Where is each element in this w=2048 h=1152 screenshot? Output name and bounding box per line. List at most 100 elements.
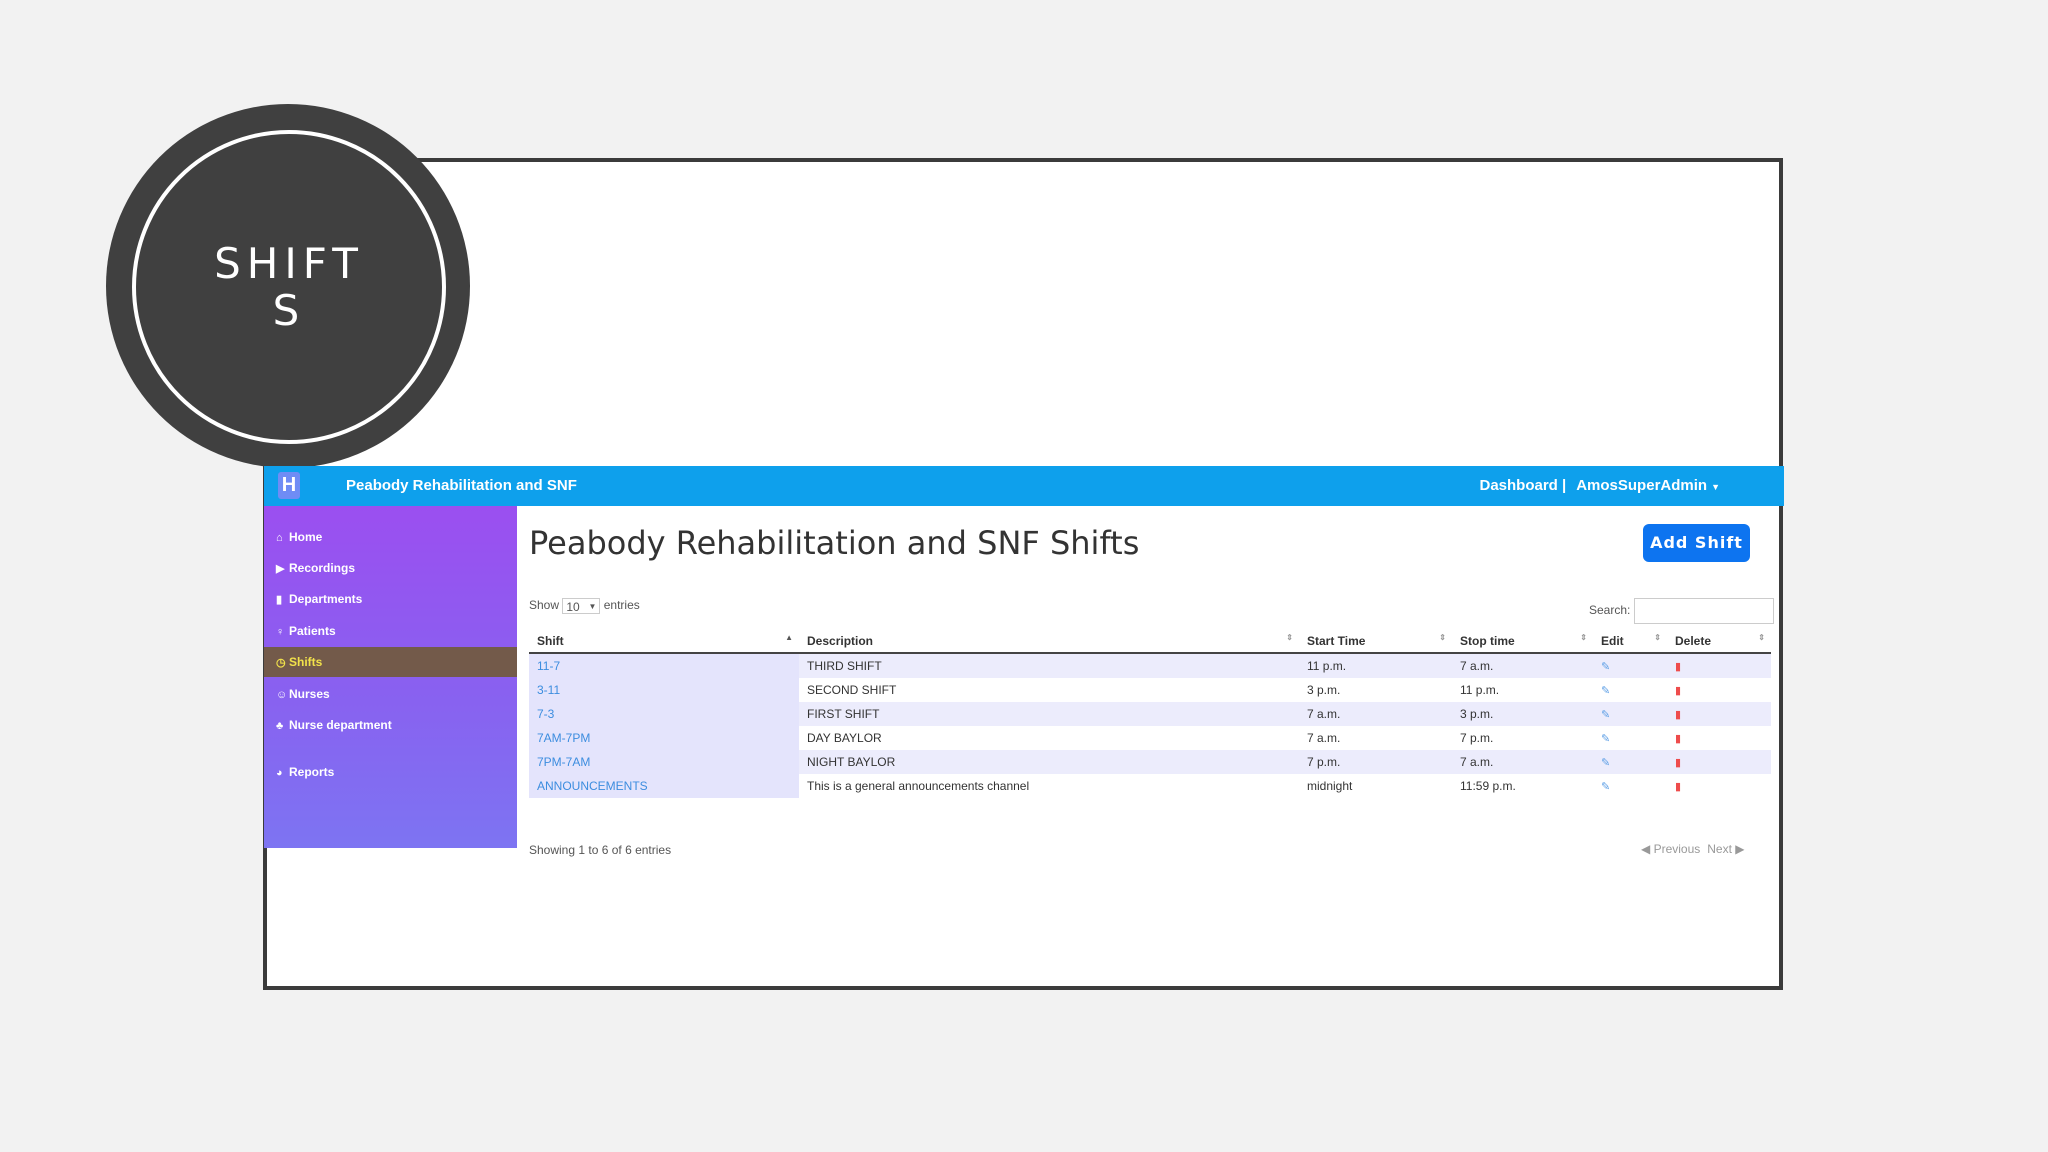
sidebar-item-label: Departments xyxy=(289,592,363,606)
column-header-label: Description xyxy=(807,634,874,648)
shift-cell: 7AM-7PM xyxy=(529,726,799,750)
stop-time-cell: 7 a.m. xyxy=(1452,750,1593,774)
column-header-delete[interactable]: Delete ⇕ xyxy=(1667,630,1771,654)
navbar-right: Dashboard | AmosSuperAdmin ▼ xyxy=(1480,466,1721,507)
column-header-label: Edit xyxy=(1601,634,1624,648)
trash-icon[interactable]: ▮ xyxy=(1675,733,1681,745)
shift-cell: 3-11 xyxy=(529,678,799,702)
edit-icon[interactable]: ✎ xyxy=(1601,661,1610,673)
delete-cell: ▮ xyxy=(1667,726,1771,750)
sort-icon: ⇕ xyxy=(1286,633,1293,642)
home-icon: ⌂ xyxy=(276,532,283,544)
wheelchair-icon: ♀ xyxy=(276,626,285,638)
description-cell: DAY BAYLOR xyxy=(799,726,1299,750)
description-cell: This is a general announcements channel xyxy=(799,774,1299,798)
search-input[interactable] xyxy=(1634,598,1775,624)
shift-link[interactable]: 7PM-7AM xyxy=(537,755,590,769)
app-logo[interactable]: H xyxy=(278,472,300,499)
play-icon: ▶ xyxy=(276,563,285,575)
sidebar-item-label: Nurse department xyxy=(289,718,392,732)
next-button[interactable]: Next ▶ xyxy=(1707,842,1744,856)
sidebar-item-nurse-department[interactable]: ♣ Nurse department xyxy=(264,710,517,740)
sidebar-item-home[interactable]: ⌂ Home xyxy=(264,522,517,552)
shift-link[interactable]: 3-11 xyxy=(537,683,560,697)
delete-cell: ▮ xyxy=(1667,702,1771,726)
edit-cell: ✎ xyxy=(1593,774,1667,798)
app-screenshot: H Peabody Rehabilitation and SNF Dashboa… xyxy=(264,466,1784,857)
entries-length-control: Show 10 ▼ entries xyxy=(529,598,640,614)
stop-time-cell: 7 p.m. xyxy=(1452,726,1593,750)
sidebar-item-shifts[interactable]: ◷ Shifts xyxy=(264,647,517,677)
trash-icon[interactable]: ▮ xyxy=(1675,781,1681,793)
edit-cell: ✎ xyxy=(1593,702,1667,726)
previous-button[interactable]: ◀ Previous xyxy=(1641,842,1700,856)
sidebar-item-reports[interactable]: ◕ Reports xyxy=(264,757,517,787)
main-content: Peabody Rehabilitation and SNF Shifts Ad… xyxy=(529,506,1784,857)
table-row: 7-3 FIRST SHIFT 7 a.m. 3 p.m. ✎ ▮ xyxy=(529,702,1771,726)
start-time-cell: 7 a.m. xyxy=(1299,702,1452,726)
pie-chart-icon: ◕ xyxy=(276,767,283,779)
user-menu[interactable]: AmosSuperAdmin ▼ xyxy=(1576,466,1720,507)
column-header-label: Shift xyxy=(537,634,564,648)
sidebar-item-patients[interactable]: ♀ Patients xyxy=(264,616,517,646)
search-label: Search: xyxy=(1589,603,1631,618)
entries-select[interactable]: 10 ▼ xyxy=(562,598,601,614)
column-header-description[interactable]: Description ⇕ xyxy=(799,630,1299,654)
edit-icon[interactable]: ✎ xyxy=(1601,709,1610,721)
delete-cell: ▮ xyxy=(1667,678,1771,702)
edit-cell: ✎ xyxy=(1593,678,1667,702)
title-badge: SHIFTS xyxy=(106,104,470,468)
edit-cell: ✎ xyxy=(1593,750,1667,774)
previous-label: Previous xyxy=(1653,842,1701,856)
sidebar-item-label: Reports xyxy=(289,765,335,779)
description-cell: THIRD SHIFT xyxy=(799,653,1299,678)
table-row: 7PM-7AM NIGHT BAYLOR 7 p.m. 7 a.m. ✎ ▮ xyxy=(529,750,1771,774)
delete-cell: ▮ xyxy=(1667,774,1771,798)
sidebar-item-departments[interactable]: ▮ Departments xyxy=(264,584,517,614)
start-time-cell: 11 p.m. xyxy=(1299,653,1452,678)
trash-icon[interactable]: ▮ xyxy=(1675,661,1681,673)
column-header-stop-time[interactable]: Stop time ⇕ xyxy=(1452,630,1593,654)
table-info: Showing 1 to 6 of 6 entries xyxy=(529,843,672,857)
shift-link[interactable]: ANNOUNCEMENTS xyxy=(537,779,648,793)
sidebar-item-label: Patients xyxy=(289,624,336,638)
brand-link[interactable]: Peabody Rehabilitation and SNF xyxy=(346,466,577,506)
start-time-cell: midnight xyxy=(1299,774,1452,798)
start-time-cell: 7 p.m. xyxy=(1299,750,1452,774)
caret-down-icon: ▼ xyxy=(1711,482,1720,492)
add-shift-button[interactable]: Add Shift xyxy=(1643,524,1750,562)
shift-cell: ANNOUNCEMENTS xyxy=(529,774,799,798)
sidebar-item-recordings[interactable]: ▶ Recordings xyxy=(264,553,517,583)
shift-link[interactable]: 11-7 xyxy=(537,659,560,673)
table-row: 3-11 SECOND SHIFT 3 p.m. 11 p.m. ✎ ▮ xyxy=(529,678,1771,702)
edit-icon[interactable]: ✎ xyxy=(1601,781,1610,793)
trash-icon[interactable]: ▮ xyxy=(1675,757,1681,769)
table-row: ANNOUNCEMENTS This is a general announce… xyxy=(529,774,1771,798)
column-header-shift[interactable]: Shift ▲ xyxy=(529,630,799,654)
edit-icon[interactable]: ✎ xyxy=(1601,733,1610,745)
description-cell: NIGHT BAYLOR xyxy=(799,750,1299,774)
shift-link[interactable]: 7-3 xyxy=(537,707,554,721)
title-badge-ring: SHIFTS xyxy=(132,130,446,444)
stop-time-cell: 11 p.m. xyxy=(1452,678,1593,702)
dashboard-link[interactable]: Dashboard | xyxy=(1480,466,1567,507)
column-header-start-time[interactable]: Start Time ⇕ xyxy=(1299,630,1452,654)
column-header-label: Delete xyxy=(1675,634,1712,648)
sidebar-item-nurses[interactable]: ☺ Nurses xyxy=(264,679,517,709)
show-label: Show xyxy=(529,598,560,613)
trash-icon[interactable]: ▮ xyxy=(1675,685,1681,697)
sort-icon: ⇕ xyxy=(1580,633,1587,642)
edit-icon[interactable]: ✎ xyxy=(1601,685,1610,697)
entries-label: entries xyxy=(603,598,640,613)
shift-link[interactable]: 7AM-7PM xyxy=(537,731,590,745)
column-header-label: Start Time xyxy=(1307,634,1366,648)
column-header-edit[interactable]: Edit ⇕ xyxy=(1593,630,1667,654)
description-cell: SECOND SHIFT xyxy=(799,678,1299,702)
start-time-cell: 3 p.m. xyxy=(1299,678,1452,702)
trash-icon[interactable]: ▮ xyxy=(1675,709,1681,721)
stop-time-cell: 11:59 p.m. xyxy=(1452,774,1593,798)
chevron-left-icon: ◀ xyxy=(1641,842,1651,856)
edit-icon[interactable]: ✎ xyxy=(1601,757,1610,769)
next-label: Next xyxy=(1707,842,1732,856)
sort-icon: ⇕ xyxy=(1654,633,1661,642)
